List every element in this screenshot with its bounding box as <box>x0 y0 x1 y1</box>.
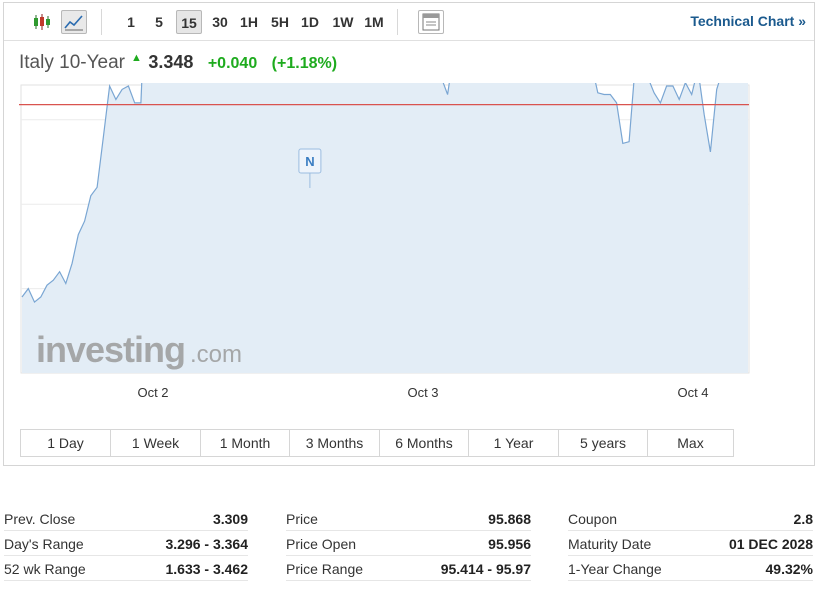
stat-value: 3.309 <box>212 511 248 527</box>
stat-row: 52 wk Range 1.633 - 3.462 <box>4 556 248 581</box>
x-tick-label: Oct 3 <box>407 385 438 400</box>
stat-row: Price 95.868 <box>286 506 531 531</box>
toolbar-divider <box>397 9 398 35</box>
range-button-6-months[interactable]: 6 Months <box>380 430 469 456</box>
range-button-max[interactable]: Max <box>648 430 733 456</box>
stat-value: 49.32% <box>765 561 813 577</box>
stat-label: 52 wk Range <box>4 561 86 577</box>
toolbar-divider <box>101 9 102 35</box>
stats-column-3: Coupon 2.8 Maturity Date 01 DEC 2028 1-Year … <box>568 506 813 581</box>
range-button-1-month[interactable]: 1 Month <box>201 430 290 456</box>
stat-label: Price <box>286 511 318 527</box>
range-button-1-year[interactable]: 1 Year <box>469 430 559 456</box>
news-marker-label: N <box>305 154 314 169</box>
last-price: 3.348 <box>148 52 194 72</box>
stat-label: Price Range <box>286 561 364 577</box>
x-tick-label: Oct 4 <box>677 385 708 400</box>
stat-row: Price Range 95.414 - 95.97 <box>286 556 531 581</box>
stat-value: 01 DEC 2028 <box>728 536 813 552</box>
stat-row: Prev. Close 3.309 <box>4 506 248 531</box>
technical-chart-link[interactable]: Technical Chart » <box>690 13 806 29</box>
chart-widget: 1 5 15 30 1H 5H 1D 1W 1M Technical Chart » Italy… <box>3 2 815 466</box>
candlestick-icon[interactable] <box>29 10 55 34</box>
up-arrow-icon: ▲ <box>130 52 142 64</box>
stats-column-1: Prev. Close 3.309 Day's Range 3.296 - 3.364… <box>4 506 248 581</box>
stat-label: Maturity Date <box>568 536 652 552</box>
range-button-1-week[interactable]: 1 Week <box>111 430 201 456</box>
chart-settings-icon[interactable] <box>418 10 444 34</box>
stat-row: 1-Year Change 49.32% <box>568 556 813 581</box>
stat-value: 1.633 - 3.462 <box>165 561 248 577</box>
stats-column-2: Price 95.868 Price Open 95.956 Price Range 95… <box>286 506 531 581</box>
interval-button-1h[interactable]: 1H <box>237 10 261 34</box>
stat-label: 1-Year Change <box>568 561 662 577</box>
stat-value: 3.296 - 3.364 <box>165 536 248 552</box>
stat-value: 95.414 - 95.97 <box>440 561 531 577</box>
stat-label: Day's Range <box>4 536 84 552</box>
stat-value: 95.956 <box>488 536 531 552</box>
stat-label: Coupon <box>568 511 618 527</box>
line-chart-icon[interactable] <box>61 10 87 34</box>
x-tick-label: Oct 2 <box>137 385 168 400</box>
range-button-1-day[interactable]: 1 Day <box>21 430 111 456</box>
price-change: +0.040 <box>207 55 258 72</box>
range-selector: 1 Day 1 Week 1 Month 3 Months 6 Months 1 Year… <box>20 429 734 457</box>
price-change-percent: (+1.18%) <box>271 55 338 72</box>
interval-button-1m[interactable]: 1M <box>361 10 387 34</box>
stat-value: 95.868 <box>488 511 531 527</box>
investing-logo: investing <box>36 329 185 370</box>
stat-row: Coupon 2.8 <box>568 506 813 531</box>
stat-label: Prev. Close <box>4 511 76 527</box>
price-chart[interactable]: 3.4003.3003.2503.2003.150Oct 2Oct 3Oct 4… <box>19 83 755 413</box>
stat-row: Price Open 95.956 <box>286 531 531 556</box>
interval-button-1d[interactable]: 1D <box>298 10 322 34</box>
interval-button-15[interactable]: 15 <box>176 10 202 34</box>
stat-value: 2.8 <box>793 511 813 527</box>
stat-label: Price Open <box>286 536 357 552</box>
interval-button-1[interactable]: 1 <box>122 10 140 34</box>
range-button-3-months[interactable]: 3 Months <box>290 430 380 456</box>
instrument-name: Italy 10-Year <box>19 52 125 73</box>
range-button-5-years[interactable]: 5 years <box>559 430 648 456</box>
interval-button-5[interactable]: 5 <box>150 10 168 34</box>
interval-button-1w[interactable]: 1W <box>328 10 358 34</box>
investing-logo-suffix: .com <box>190 341 242 368</box>
interval-button-5h[interactable]: 5H <box>268 10 292 34</box>
stat-row: Maturity Date 01 DEC 2028 <box>568 531 813 556</box>
chart-toolbar: 1 5 15 30 1H 5H 1D 1W 1M Technical Chart » <box>4 3 814 41</box>
stat-row: Day's Range 3.296 - 3.364 <box>4 531 248 556</box>
quote-header: Italy 10-Year ▲ 3.348 +0.040 (+1.18%) <box>19 52 337 76</box>
interval-button-30[interactable]: 30 <box>208 10 232 34</box>
